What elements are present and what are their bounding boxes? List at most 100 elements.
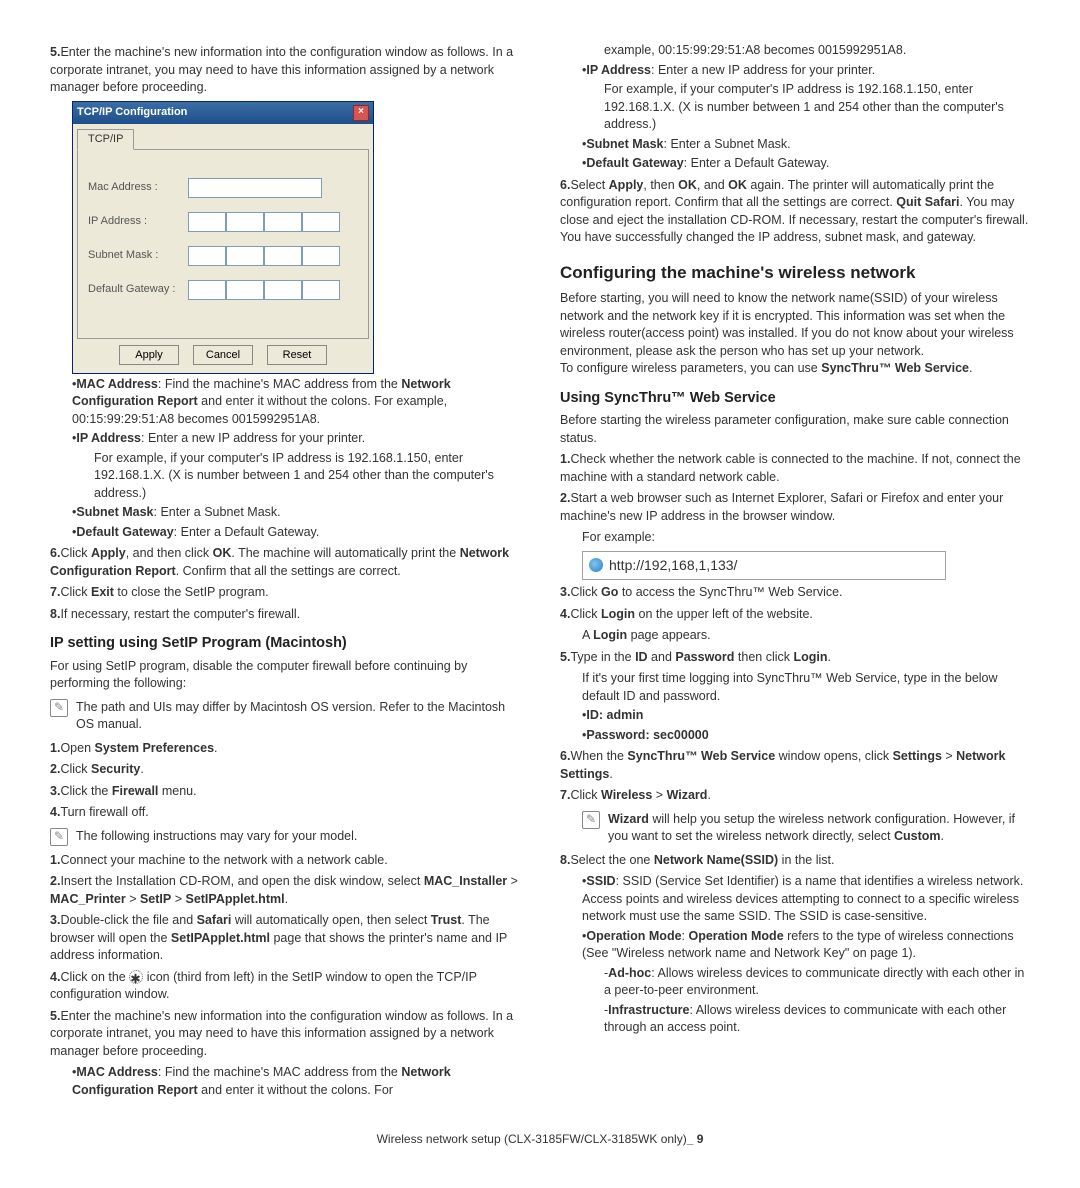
heading-configuring-wireless: Configuring the machine's wireless netwo… [560, 261, 1030, 285]
sync-intro: Before starting the wireless parameter c… [560, 412, 1030, 447]
ip-label: IP Address : [88, 214, 188, 229]
gw-octet[interactable] [264, 280, 302, 300]
w4-sub: A Login page appears. [582, 627, 1030, 645]
c5-mac-bullet: •MAC Address: Find the machine's MAC add… [72, 1064, 520, 1099]
m-step-3: 3.Click the Firewall menu. [50, 783, 520, 801]
page: 5.Enter the machine's new information in… [50, 40, 1030, 1101]
subnet-octet[interactable] [188, 246, 226, 266]
subnet-octet[interactable] [264, 246, 302, 266]
default-pw: •Password: sec00000 [582, 727, 1030, 745]
gw-octet[interactable] [188, 280, 226, 300]
tab-tcpip[interactable]: TCP/IP [77, 129, 134, 150]
step-6: 6.Click Apply, and then click OK. The ma… [50, 545, 520, 580]
note-icon: ✎ [50, 699, 68, 717]
m-step-1: 1.Open System Preferences. [50, 740, 520, 758]
cont-example: example, 00:15:99:29:51:A8 becomes 00159… [604, 42, 1030, 60]
mac-label: Mac Address : [88, 180, 188, 195]
dialog-panel: Mac Address : IP Address : Subnet Mask :… [77, 149, 369, 339]
bullet-subnet: •Subnet Mask: Enter a Subnet Mask. [72, 504, 520, 522]
step-5: 5.Enter the machine's new information in… [50, 44, 520, 97]
dialog-title: TCP/IP Configuration [77, 105, 187, 120]
heading-mac-setip: IP setting using SetIP Program (Macintos… [50, 633, 520, 653]
note-text: The path and UIs may differ by Macintosh… [76, 699, 520, 734]
note-model-vary: ✎ The following instructions may vary fo… [50, 828, 520, 846]
w-step-6: 6.When the SyncThru™ Web Service window … [560, 748, 1030, 783]
reset-button[interactable]: Reset [267, 345, 327, 365]
subnet-label: Subnet Mask : [88, 248, 188, 263]
note-mac-os: ✎ The path and UIs may differ by Macinto… [50, 699, 520, 734]
gw-octet[interactable] [302, 280, 340, 300]
right-column: example, 00:15:99:29:51:A8 becomes 00159… [560, 40, 1030, 1101]
r-bullet-ip: •IP Address: Enter a new IP address for … [582, 62, 1030, 80]
ip-octet[interactable] [226, 212, 264, 232]
bullet-ip: •IP Address: Enter a new IP address for … [72, 430, 520, 448]
cancel-button[interactable]: Cancel [193, 345, 253, 365]
button-row: Apply Cancel Reset [73, 339, 373, 373]
ip-octet[interactable] [264, 212, 302, 232]
w-step-4: 4.Click Login on the upper left of the w… [560, 606, 1030, 624]
bullet-operation-mode: •Operation Mode: Operation Mode refers t… [582, 928, 1030, 963]
w-step-3: 3.Click Go to access the SyncThru™ Web S… [560, 584, 1030, 602]
r-bullet-gw: •Default Gateway: Enter a Default Gatewa… [582, 155, 1030, 173]
c-step-3: 3.Double-click the file and Safari will … [50, 912, 520, 965]
r-ip-example: For example, if your computer's IP addre… [604, 81, 1030, 134]
gw-octet[interactable] [226, 280, 264, 300]
subnet-octet[interactable] [302, 246, 340, 266]
url-text: http://192,168,1,133/ [609, 556, 737, 576]
gear-icon: ✱ [129, 970, 143, 984]
note-icon: ✎ [582, 811, 600, 829]
subnet-row: Subnet Mask : [88, 246, 358, 266]
c-step-1: 1.Connect your machine to the network wi… [50, 852, 520, 870]
bullet-gw: •Default Gateway: Enter a Default Gatewa… [72, 524, 520, 542]
cfg-para: Before starting, you will need to know t… [560, 290, 1030, 360]
mac-row: Mac Address : [88, 178, 358, 198]
step-7: 7.Click Exit to close the SetIP program. [50, 584, 520, 602]
m-step-2: 2.Click Security. [50, 761, 520, 779]
url-bar: http://192,168,1,133/ [582, 551, 946, 581]
mac-intro: For using SetIP program, disable the com… [50, 658, 520, 693]
c-step-4: 4.Click on the ✱ icon (third from left) … [50, 969, 520, 1004]
tab-strip: TCP/IP [73, 124, 373, 149]
tcpip-dialog: TCP/IP Configuration × TCP/IP Mac Addres… [72, 101, 374, 374]
bullet-ssid: •SSID: SSID (Service Set Identifier) is … [582, 873, 1030, 926]
m-step-4: 4.Turn firewall off. [50, 804, 520, 822]
bullet-infra: -Infrastructure: Allows wireless devices… [604, 1002, 1030, 1037]
ie-icon [589, 558, 603, 572]
note-text: The following instructions may vary for … [76, 828, 357, 846]
mac-input[interactable] [188, 178, 322, 198]
subnet-octet[interactable] [226, 246, 264, 266]
apply-button[interactable]: Apply [119, 345, 179, 365]
close-icon[interactable]: × [353, 105, 369, 121]
note-text: Wizard will help you setup the wireless … [608, 811, 1030, 846]
w-step-1: 1.Check whether the network cable is con… [560, 451, 1030, 486]
gw-label: Default Gateway : [88, 282, 188, 297]
w-step-5: 5.Type in the ID and Password then click… [560, 649, 1030, 667]
footer-text: Wireless network setup (CLX-3185FW/CLX-3… [377, 1132, 687, 1146]
bullet-mac: •MAC Address: Find the machine's MAC add… [72, 376, 520, 429]
page-footer: Wireless network setup (CLX-3185FW/CLX-3… [50, 1131, 1030, 1148]
w-step-7: 7.Click Wireless > Wizard. [560, 787, 1030, 805]
cfg-para2: To configure wireless parameters, you ca… [560, 360, 1030, 378]
note-icon: ✎ [50, 828, 68, 846]
c-step-5: 5.Enter the machine's new information in… [50, 1008, 520, 1061]
r-bullet-subnet: •Subnet Mask: Enter a Subnet Mask. [582, 136, 1030, 154]
ip-octet[interactable] [188, 212, 226, 232]
step5-text: Enter the machine's new information into… [50, 45, 513, 94]
bullet-adhoc: -Ad-hoc: Allows wireless devices to comm… [604, 965, 1030, 1000]
page-number: 9 [697, 1132, 704, 1146]
step-8: 8.If necessary, restart the computer's f… [50, 606, 520, 624]
note-wizard: ✎ Wizard will help you setup the wireles… [582, 811, 1030, 846]
dialog-titlebar: TCP/IP Configuration × [73, 102, 373, 124]
w2-eg-label: For example: [582, 529, 1030, 547]
w-step-8: 8.Select the one Network Name(SSID) in t… [560, 852, 1030, 870]
gw-row: Default Gateway : [88, 280, 358, 300]
heading-syncthru: Using SyncThru™ Web Service [560, 388, 1030, 408]
r-step-6: 6.Select Apply, then OK, and OK again. T… [560, 177, 1030, 247]
c-step-2: 2.Insert the Installation CD-ROM, and op… [50, 873, 520, 908]
left-column: 5.Enter the machine's new information in… [50, 40, 520, 1101]
w5-note: If it's your first time logging into Syn… [582, 670, 1030, 705]
ip-row: IP Address : [88, 212, 358, 232]
w-step-2: 2.Start a web browser such as Internet E… [560, 490, 1030, 525]
ip-octet[interactable] [302, 212, 340, 232]
ip-example: For example, if your computer's IP addre… [94, 450, 520, 503]
